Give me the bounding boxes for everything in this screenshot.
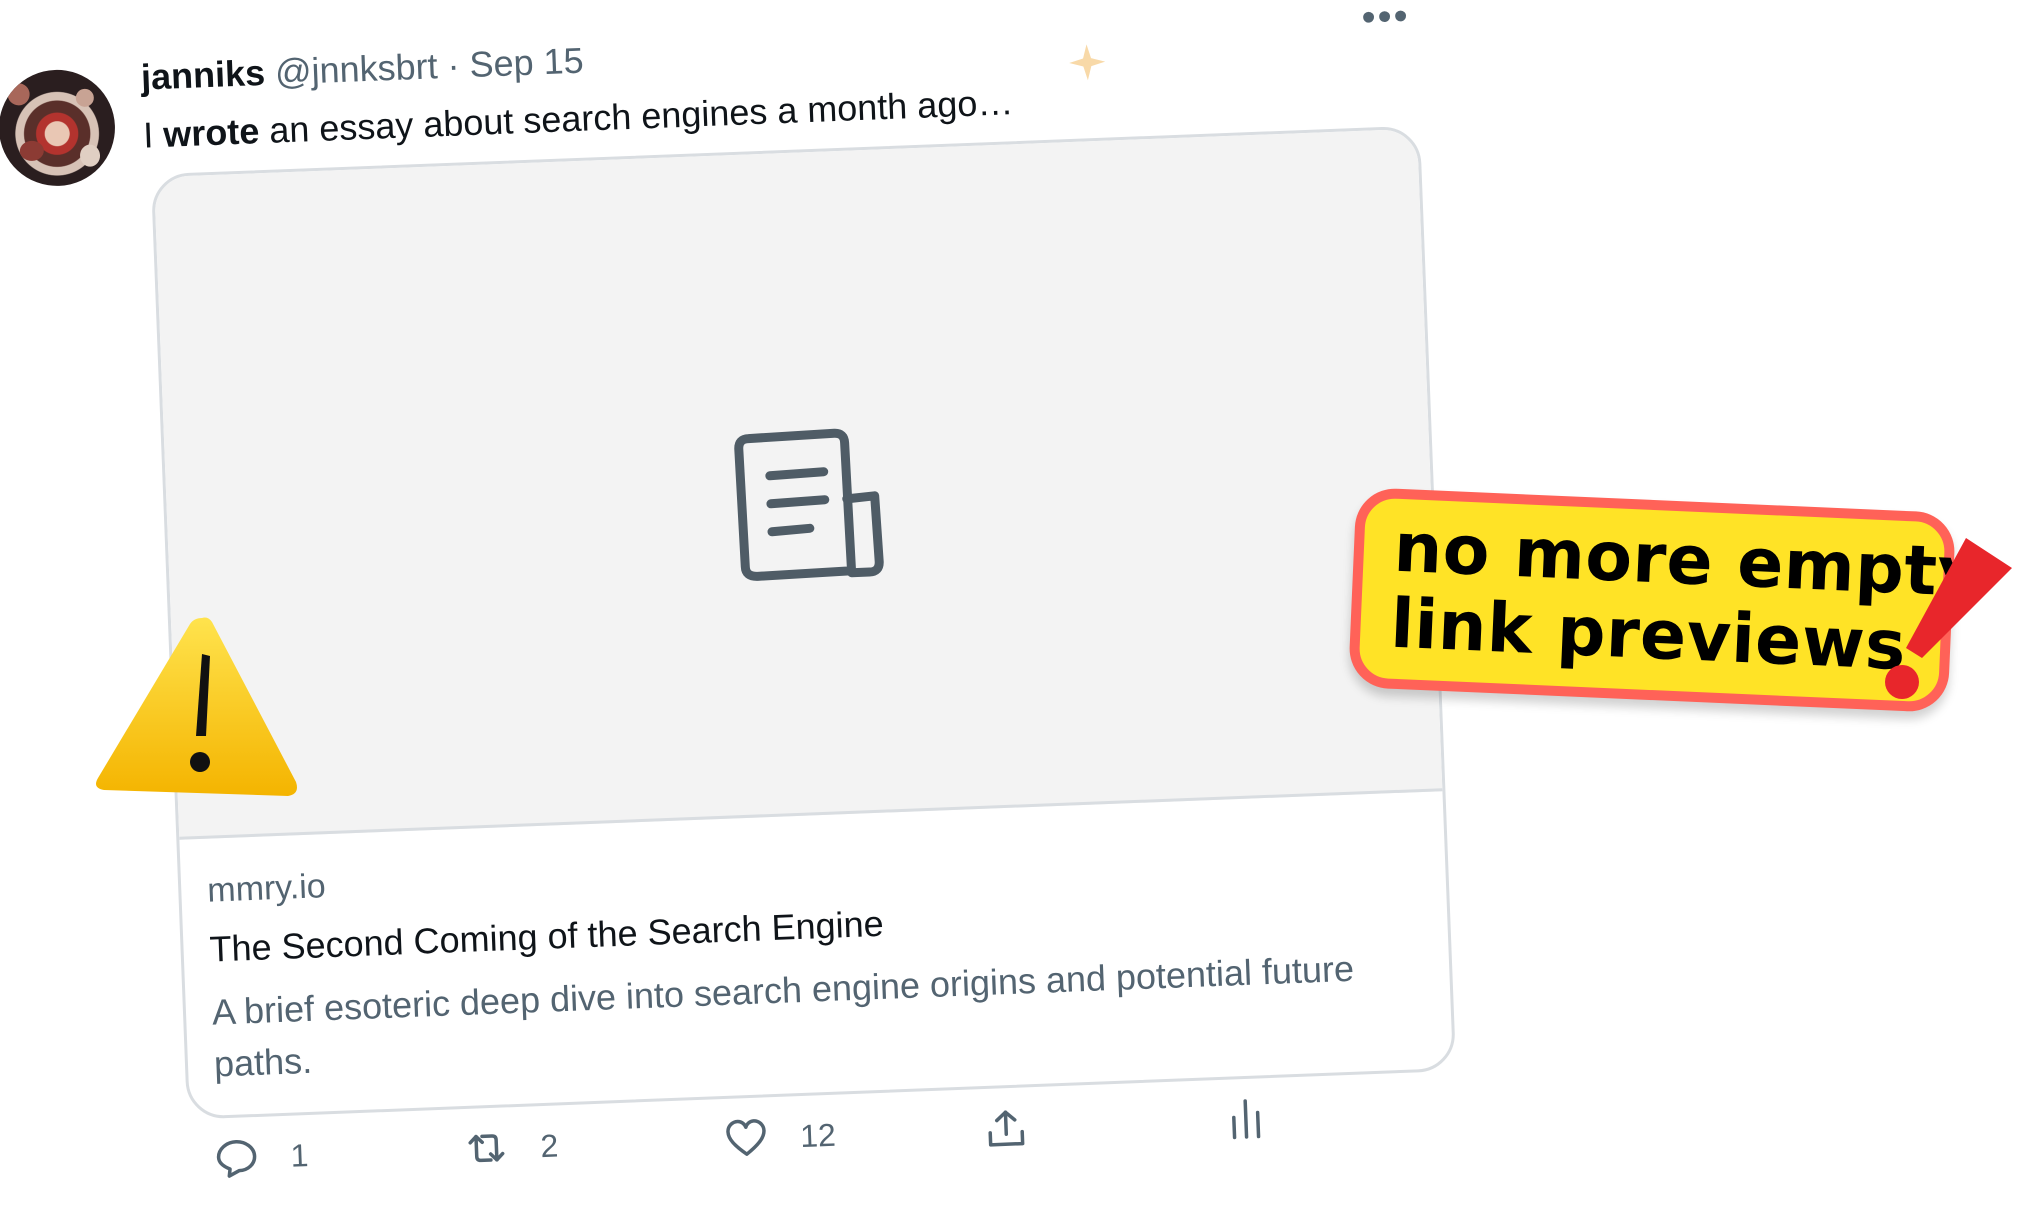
share-icon <box>988 1110 1025 1147</box>
analytics-icon <box>1232 1099 1261 1140</box>
link-preview-card[interactable]: mmry.io The Second Coming of the Search … <box>150 125 1457 1120</box>
link-preview-media[interactable] <box>153 128 1443 840</box>
link-preview-body: mmry.io The Second Coming of the Search … <box>207 825 1427 1090</box>
tweet-header: janniks @jnnksbrt · Sep 15 <box>140 40 584 99</box>
heart-icon <box>726 1119 766 1156</box>
more-options-button[interactable]: ••• <box>1361 0 1411 40</box>
tweet-text-bold: wrote <box>162 110 261 155</box>
link-description: A brief esoteric deep dive into search e… <box>211 947 1355 1085</box>
tweet: janniks @jnnksbrt · Sep 15 ••• I wrote a… <box>0 0 1476 1213</box>
header-separator: · <box>446 44 461 86</box>
share-button[interactable] <box>983 1105 1029 1151</box>
warning-triangle-icon <box>96 617 297 796</box>
author-name[interactable]: janniks <box>140 52 266 98</box>
like-count: 12 <box>799 1116 837 1154</box>
tweet-text-rest: an essay about search engines a month ag… <box>268 81 1014 151</box>
like-button[interactable]: 12 <box>723 1113 836 1161</box>
analytics-button[interactable] <box>1223 1096 1269 1142</box>
reply-button[interactable]: 1 <box>214 1133 309 1181</box>
sparkle-icon <box>1069 44 1106 81</box>
reply-icon <box>216 1140 257 1178</box>
tweet-date[interactable]: Sep 15 <box>469 40 585 85</box>
author-handle[interactable]: @jnnksbrt <box>274 45 438 92</box>
red-exclamation-icon <box>1885 538 2012 699</box>
tweet-text-prefix: I <box>142 114 155 156</box>
reply-count: 1 <box>289 1136 310 1174</box>
retweet-icon <box>468 1134 505 1163</box>
document-icon <box>734 428 884 581</box>
retweet-button[interactable]: 2 <box>464 1123 559 1171</box>
retweet-count: 2 <box>539 1126 559 1164</box>
avatar[interactable] <box>0 67 118 189</box>
